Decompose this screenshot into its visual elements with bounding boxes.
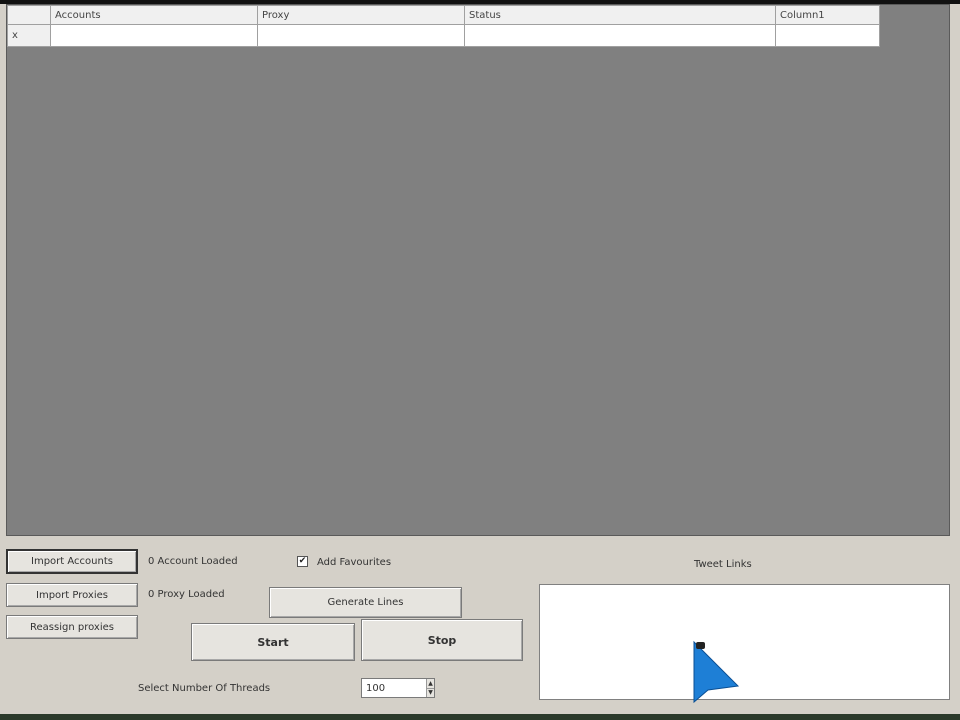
cell-column1[interactable] bbox=[775, 24, 880, 47]
column-header-proxy[interactable]: Proxy bbox=[257, 5, 465, 25]
column-header-accounts[interactable]: Accounts bbox=[50, 5, 258, 25]
table-row[interactable]: x bbox=[7, 24, 880, 47]
cell-proxy[interactable] bbox=[257, 24, 465, 47]
cell-status[interactable] bbox=[464, 24, 776, 47]
spinner-up-icon[interactable]: ▲ bbox=[427, 679, 434, 688]
grid-corner-header[interactable] bbox=[7, 5, 51, 25]
column-header-column1[interactable]: Column1 bbox=[775, 5, 880, 25]
spinner-down-icon[interactable]: ▼ bbox=[427, 687, 434, 697]
tweet-links-box[interactable] bbox=[539, 584, 950, 700]
generate-lines-button[interactable]: Generate Lines bbox=[269, 587, 462, 618]
accounts-grid[interactable]: Accounts Proxy Status Column1 x bbox=[6, 4, 950, 536]
import-proxies-button[interactable]: Import Proxies bbox=[6, 583, 138, 607]
threads-label: Select Number Of Threads bbox=[138, 683, 271, 694]
start-button[interactable]: Start bbox=[191, 623, 355, 661]
spinner-arrows: ▲ ▼ bbox=[426, 679, 434, 697]
checkmark-icon: ✔ bbox=[298, 556, 307, 566]
cell-accounts[interactable] bbox=[50, 24, 258, 47]
tweet-links-label: Tweet Links bbox=[694, 559, 752, 570]
threads-spinner[interactable]: ▲ ▼ bbox=[361, 678, 435, 698]
grid-header-row: Accounts Proxy Status Column1 bbox=[7, 5, 880, 25]
add-favourites-label: Add Favourites bbox=[317, 557, 392, 568]
new-row-marker[interactable]: x bbox=[7, 24, 51, 47]
accounts-loaded-status: 0 Account Loaded bbox=[148, 556, 238, 567]
import-accounts-button[interactable]: Import Accounts bbox=[6, 549, 138, 574]
taskbar-edge bbox=[0, 714, 960, 720]
mouse-cursor-icon bbox=[693, 640, 740, 704]
threads-input[interactable] bbox=[362, 679, 426, 697]
reassign-proxies-button[interactable]: Reassign proxies bbox=[6, 615, 138, 639]
grid-table: Accounts Proxy Status Column1 x bbox=[7, 5, 880, 47]
column-header-status[interactable]: Status bbox=[464, 5, 776, 25]
add-favourites-checkbox[interactable]: ✔ bbox=[297, 556, 308, 567]
proxy-loaded-status: 0 Proxy Loaded bbox=[148, 589, 225, 600]
stop-button[interactable]: Stop bbox=[361, 619, 523, 661]
